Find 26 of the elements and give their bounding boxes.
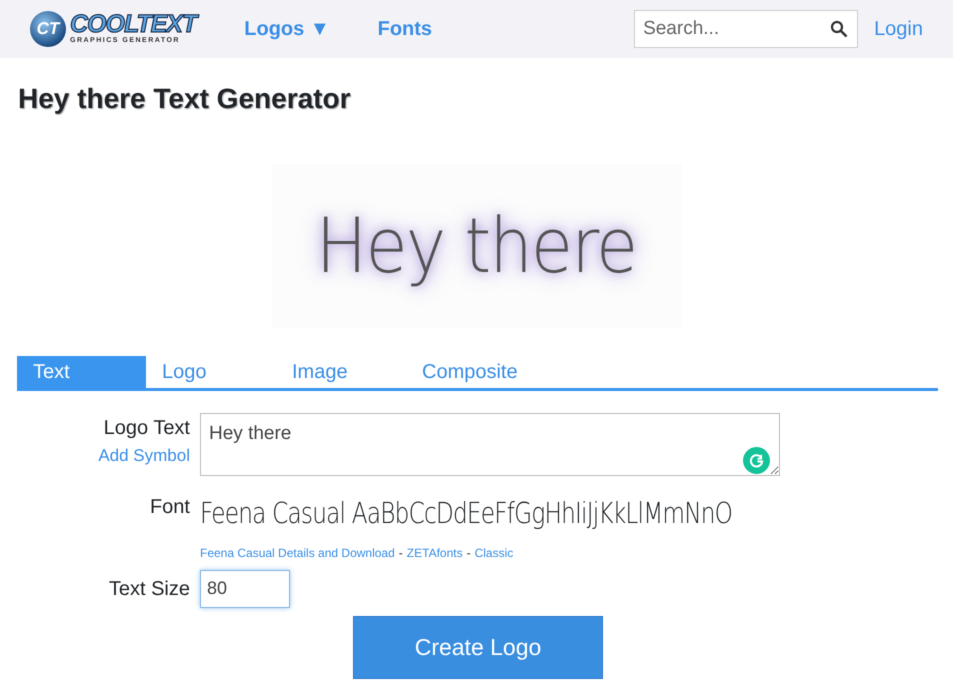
font-sample[interactable]: Feena Casual AaBbCcDdEeFfGgHhIiJjKkLlMmNnO [200,492,732,536]
search-field[interactable]: Search... [634,10,858,48]
field-label: Font [150,496,190,518]
login-link[interactable]: Login [874,14,923,44]
page-title: Hey there Text Generator [18,82,352,116]
tab[interactable]: Logo [146,356,276,388]
tab[interactable]: Text [17,356,146,388]
logo-mark: CT [30,11,66,47]
preview-text: Hey there [316,200,637,292]
font-link[interactable]: Feena Casual Details and Download [200,544,395,562]
search-icon[interactable] [830,20,848,38]
logo-text-input[interactable]: Hey there [200,413,780,476]
font-link[interactable]: ZETAfonts [406,544,463,562]
tab[interactable]: Composite [406,356,536,388]
add-symbol-link[interactable]: Add Symbol [98,443,190,468]
text-size-input[interactable]: 80 [200,570,290,608]
field-label: Logo Text [104,416,190,441]
tab[interactable]: Image [276,356,406,388]
field-label: Text Size [108,578,190,600]
separator: - [398,544,403,562]
nav-link[interactable]: Fonts [378,14,432,44]
font-link[interactable]: Classic [474,544,514,562]
create-logo-button[interactable]: Create Logo [353,616,603,678]
nav-link[interactable]: Logos ▼ [244,14,330,44]
separator: - [466,544,471,562]
logo-title: COOLTEXT [70,12,196,36]
